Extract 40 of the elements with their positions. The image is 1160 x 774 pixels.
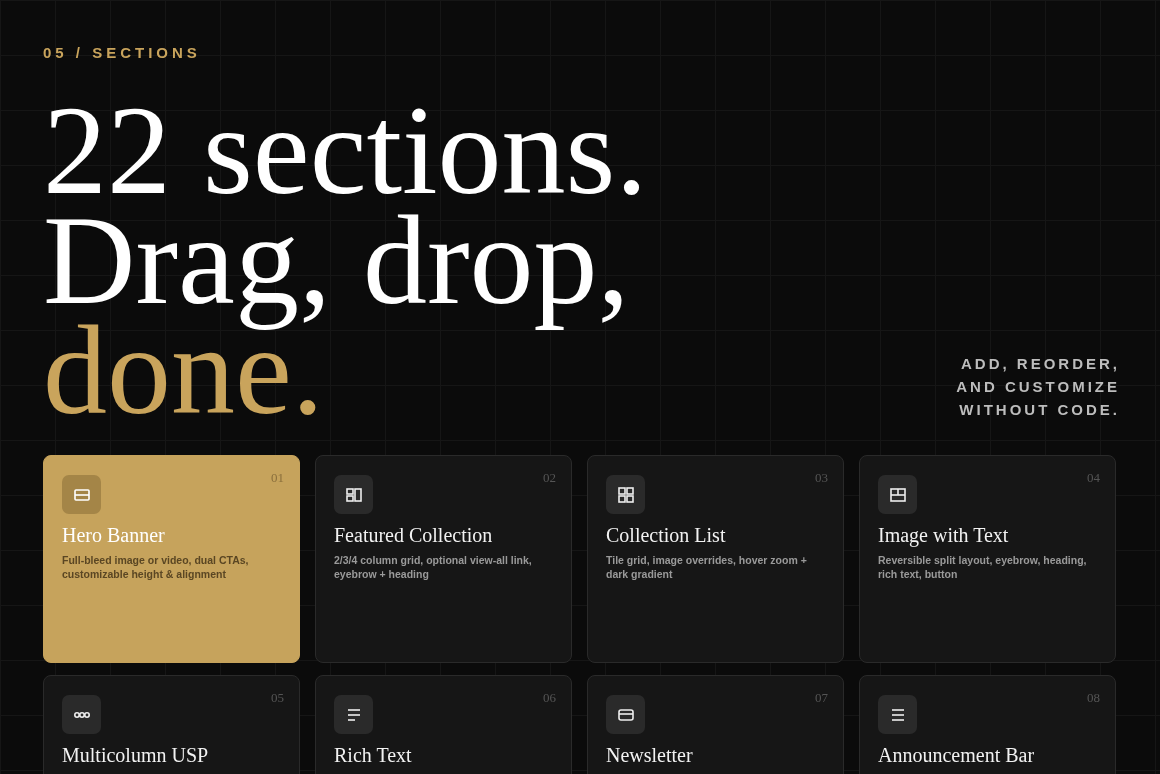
layout-icon — [878, 475, 917, 514]
card-number: 07 — [815, 690, 828, 706]
card-number: 01 — [271, 470, 284, 486]
menu-icon — [878, 695, 917, 734]
card-number: 05 — [271, 690, 284, 706]
card-number: 08 — [1087, 690, 1100, 706]
card-title: Collection List — [606, 524, 727, 547]
card-title: Featured Collection — [334, 524, 494, 547]
tagline-text: AND CUSTOMIZE — [956, 377, 1120, 397]
section-card[interactable]: 01 Hero Banner Full-bleed image or video, dual CTAs, customizable height & alignment — [43, 455, 300, 663]
card-title: Announcement Bar — [878, 744, 1036, 767]
card-description: 2/3/4 column grid, optional view-all link, eyebrow + heading — [334, 554, 533, 581]
section-card[interactable]: 02 Featured Collection 2/3/4 column grid, optional view-all link, eyebrow + heading — [315, 455, 572, 663]
grid-icon — [606, 475, 645, 514]
card-description: Reversible split layout, eyebrow, heading, rich text, button — [878, 554, 1088, 581]
card-title: Multicolumn USP — [62, 744, 210, 767]
card-title: Image with Text — [878, 524, 1010, 547]
card-number: 03 — [815, 470, 828, 486]
section-card[interactable]: 05 Multicolumn USP — [43, 675, 300, 774]
section-card[interactable]: 08 Announcement Bar — [859, 675, 1116, 774]
card-number: 02 — [543, 470, 556, 486]
section-card[interactable]: 03 Collection List Tile grid, image overrides, hover zoom + dark gradient — [587, 455, 844, 663]
banner-icon — [62, 475, 101, 514]
text-lines-icon — [334, 695, 373, 734]
card-title: Newsletter — [606, 744, 694, 767]
card-description: Full-bleed image or video, dual CTAs, customizable height & alignment — [62, 554, 250, 581]
card-title: Rich Text — [334, 744, 413, 767]
card-title: Hero Banner — [62, 524, 166, 547]
eyebrow-label: 05 / SECTIONS — [43, 44, 202, 61]
card-number: 04 — [1087, 470, 1100, 486]
tagline-text: WITHOUT CODE. — [959, 400, 1120, 420]
section-card[interactable]: 04 Image with Text Reversible split layout, eyebrow, heading, rich text, button — [859, 455, 1116, 663]
card-icon — [606, 695, 645, 734]
layout-icon — [334, 475, 373, 514]
card-description: Tile grid, image overrides, hover zoom + dark gradient — [606, 554, 808, 581]
chain-icon — [62, 695, 101, 734]
card-number: 06 — [543, 690, 556, 706]
section-card[interactable]: 07 Newsletter — [587, 675, 844, 774]
section-card[interactable]: 06 Rich Text — [315, 675, 572, 774]
tagline-text: ADD, REORDER, — [961, 354, 1120, 374]
